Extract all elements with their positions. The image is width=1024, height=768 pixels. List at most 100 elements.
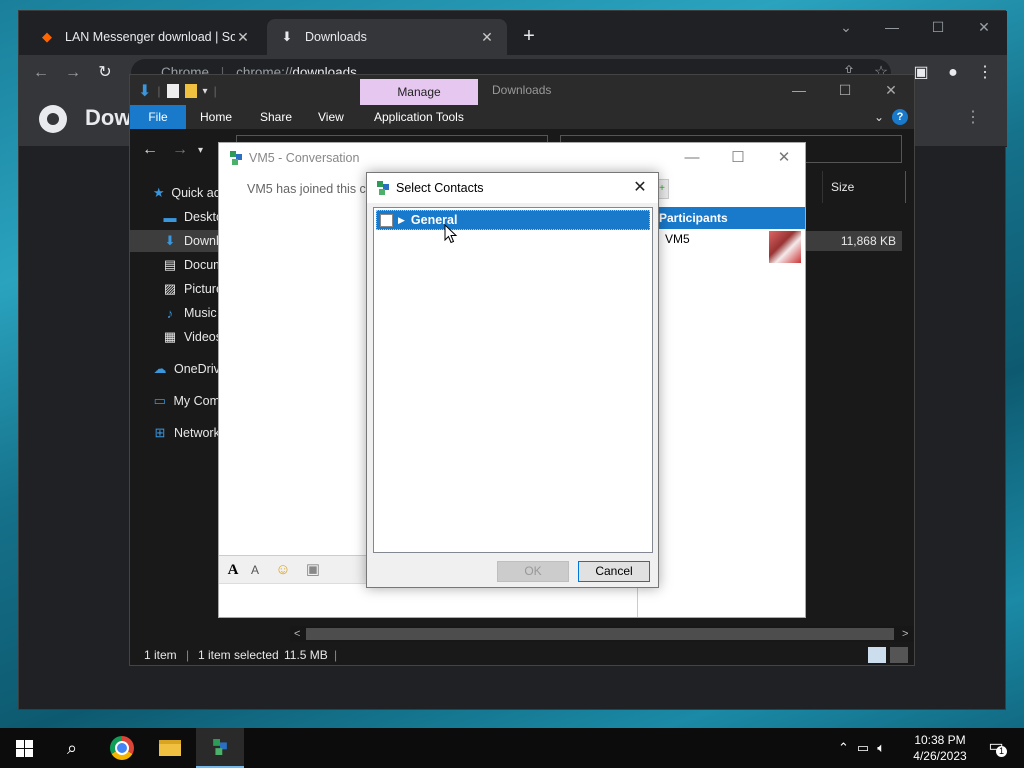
dialog-title: Select Contacts — [396, 181, 484, 195]
font-color-icon[interactable]: A — [245, 560, 265, 580]
taskbar-chrome[interactable] — [98, 728, 146, 768]
cloud-icon: ☁ — [153, 361, 167, 376]
cancel-button[interactable]: Cancel — [578, 561, 650, 582]
chevron-down-icon[interactable]: ⌄ — [823, 11, 869, 43]
close-icon[interactable]: ✕ — [235, 29, 251, 46]
dialog-titlebar: Select Contacts ✕ — [367, 173, 658, 203]
tab-file[interactable]: File — [130, 105, 186, 129]
nav-item-quick-access[interactable]: ★ Quick ac — [152, 182, 220, 204]
participants-header: Participants — [655, 207, 805, 229]
message-toolbar: A A ☺ ▣ — [219, 555, 367, 583]
details-view-button[interactable] — [868, 647, 886, 663]
tab-downloads[interactable]: ⬇ Downloads ✕ — [267, 19, 507, 55]
separator: | — [213, 84, 217, 98]
nav-item-network[interactable]: ⊞ Network — [152, 422, 220, 444]
tab-strip: ◆ LAN Messenger download | Sou ✕ ⬇ Downl… — [19, 11, 1007, 55]
tab-application-tools[interactable]: Application Tools — [360, 105, 478, 129]
close-icon[interactable]: ✕ — [479, 29, 495, 46]
tab-lan-messenger[interactable]: ◆ LAN Messenger download | Sou ✕ — [27, 19, 263, 55]
clock[interactable]: 10:38 PM 4/26/2023 — [904, 732, 976, 764]
date: 4/26/2023 — [913, 749, 967, 763]
scroll-left-icon[interactable]: < — [294, 626, 300, 642]
save-icon[interactable]: ▣ — [303, 560, 323, 580]
cursor-icon — [444, 224, 458, 244]
avatar — [769, 231, 801, 263]
close-icon[interactable]: ✕ — [629, 177, 651, 199]
minimize-button[interactable]: — — [669, 143, 715, 173]
desktop-icon: ▬ — [163, 209, 177, 225]
start-button[interactable] — [0, 728, 48, 768]
menu-icon[interactable]: ⋮ — [973, 61, 997, 85]
search-icon[interactable]: ⌕ — [48, 728, 96, 768]
more-icon[interactable]: ⋮ — [965, 107, 981, 127]
time: 10:38 PM — [914, 733, 966, 747]
nav-item-downloads[interactable]: ⬇ Downl — [130, 230, 220, 252]
participant-name[interactable]: VM5 — [665, 232, 690, 246]
new-tab-button[interactable]: + — [517, 25, 541, 49]
tab-share[interactable]: Share — [246, 105, 306, 129]
tab-home[interactable]: Home — [186, 105, 246, 129]
tab-title: LAN Messenger download | Sou — [65, 30, 235, 44]
separator: | — [334, 648, 338, 662]
minimize-button[interactable]: — — [776, 75, 822, 105]
maximize-button[interactable]: ☐ — [715, 143, 761, 173]
group-checkbox[interactable] — [380, 213, 393, 227]
nav-item-onedrive[interactable]: ☁ OneDriv — [152, 358, 220, 380]
reload-icon[interactable]: ↻ — [93, 61, 117, 85]
maximize-button[interactable]: ☐ — [915, 11, 961, 43]
notification-badge: 1 — [996, 746, 1007, 757]
chevron-down-icon[interactable]: ⌄ — [874, 110, 884, 124]
videos-icon: ▦ — [163, 329, 177, 344]
forward-icon[interactable]: → — [61, 61, 85, 85]
close-window-button[interactable]: ✕ — [868, 75, 914, 105]
horizontal-scrollbar[interactable]: < > — [290, 626, 914, 642]
conversation-titlebar: VM5 - Conversation — ☐ ✕ — [219, 143, 805, 173]
scroll-right-icon[interactable]: > — [902, 626, 908, 642]
new-folder-icon[interactable] — [184, 84, 197, 98]
window-title: VM5 - Conversation — [249, 151, 360, 165]
message-input[interactable] — [219, 583, 637, 617]
volume-icon[interactable]: 🔈︎ — [877, 740, 885, 756]
profile-icon[interactable]: ● — [941, 61, 965, 85]
participants-panel — [637, 229, 805, 617]
expand-arrow-icon[interactable]: ▶ — [398, 215, 405, 226]
minimize-button[interactable]: — — [869, 11, 915, 43]
font-icon[interactable]: A — [223, 560, 243, 580]
lan-messenger-icon — [377, 181, 389, 195]
column-header-size[interactable]: Size — [822, 171, 906, 203]
ok-button[interactable]: OK — [497, 561, 569, 582]
maximize-button[interactable]: ☐ — [822, 75, 868, 105]
file-size-value[interactable]: 11,868 KB — [806, 231, 902, 251]
close-window-button[interactable]: ✕ — [761, 143, 807, 173]
status-size: 11.5 MB — [284, 648, 328, 662]
smiley-icon[interactable]: ☺ — [273, 560, 293, 580]
large-icons-view-button[interactable] — [890, 647, 908, 663]
customize-icon[interactable]: ▾ — [203, 86, 208, 97]
downloads-icon: ⬇ — [164, 233, 176, 248]
back-icon[interactable]: ← — [29, 61, 53, 85]
explorer-titlebar: ⬇ | ▾ | Manage Downloads — ☐ ✕ — [130, 75, 914, 105]
properties-icon[interactable] — [166, 84, 179, 98]
taskbar-file-explorer[interactable] — [146, 728, 194, 768]
close-window-button[interactable]: ✕ — [961, 11, 1007, 43]
nav-item-my-computer[interactable]: ▭ My Com — [152, 390, 220, 412]
chevron-up-icon[interactable]: ⌃ — [838, 740, 849, 756]
help-icon[interactable]: ? — [892, 109, 908, 125]
recent-locations-icon[interactable]: ▾ — [198, 145, 203, 156]
status-item-count: 1 item — [144, 648, 177, 662]
star-icon: ★ — [152, 185, 165, 200]
tab-view[interactable]: View — [304, 105, 358, 129]
forward-icon[interactable]: → — [172, 141, 188, 159]
notification-center[interactable]: ▭ 1 — [984, 736, 1008, 760]
tab-manage[interactable]: Manage — [360, 79, 478, 105]
computer-icon: ▭ — [153, 393, 166, 408]
back-icon[interactable]: ← — [142, 141, 158, 159]
downloads-folder-icon: ⬇ — [138, 83, 152, 100]
ribbon-tabs: File Home Share View Application Tools ⌄… — [130, 105, 914, 129]
tree-item-general[interactable]: ▶ General — [376, 210, 650, 230]
scroll-thumb[interactable] — [306, 628, 894, 640]
network-icon[interactable]: ▭ — [857, 740, 869, 756]
page-title: Dow — [85, 105, 132, 130]
taskbar-lan-messenger[interactable] — [196, 728, 244, 768]
download-icon: ⬇ — [281, 29, 293, 44]
